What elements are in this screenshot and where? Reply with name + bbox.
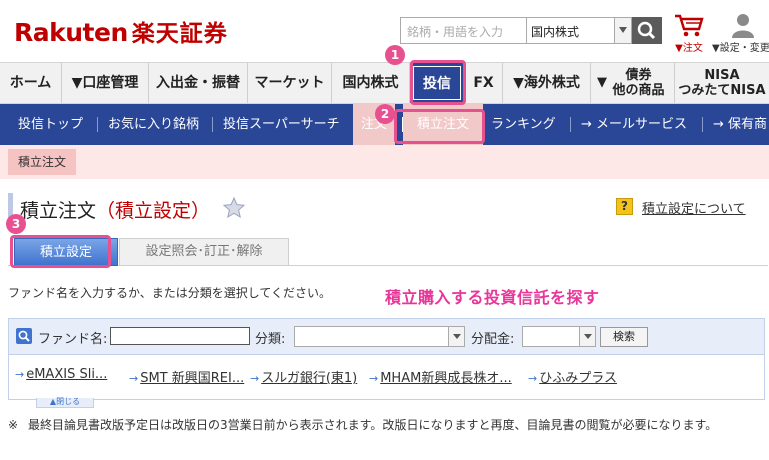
disclaimer-note: ※ 最終目論見書改版予定日は改版日の3営業日前から表示されます。改版日になります… [8, 416, 763, 435]
global-nav: ホーム ▼口座管理 入出金・振替 マーケット 国内株式 投信 FX ▼海外株式 … [0, 62, 769, 104]
note-text: 最終目論見書改版予定日は改版日の3営業日前から表示されます。改版日になりますと再… [28, 418, 718, 432]
distribution-label: 分配金: [471, 332, 515, 347]
snav-ranking[interactable]: ランキング [481, 104, 566, 145]
fund-search-bar: ファンド名: 分類: 分配金: 検索 [9, 319, 764, 355]
distribution-select[interactable] [522, 326, 596, 347]
note-mark: ※ [8, 418, 19, 432]
snav-favorites[interactable]: お気に入り銘柄 [98, 104, 209, 145]
gnav-label: ▼口座管理 [71, 75, 139, 91]
fund-search-panel: ファンド名: 分類: 分配金: 検索 → eMAXIS Sli... → SMT 新… [8, 318, 765, 400]
recent-fund-link[interactable]: → eMAXIS Sli... [15, 367, 107, 382]
help-link[interactable]: 積立設定について [642, 198, 746, 217]
cart-icon [675, 14, 704, 37]
page-title-sub: （積立設定） [96, 200, 211, 222]
rakuten-logo[interactable]: Rakuten 楽天証券 [14, 14, 228, 48]
gnav-market[interactable]: マーケット [248, 63, 332, 103]
chevron-down-icon [448, 327, 464, 346]
gnav-foreign-stocks[interactable]: ▼海外株式 [503, 63, 591, 103]
recent-fund-name: スルガ銀行(東1) [261, 371, 358, 386]
gnav-label: 国内株式 [342, 75, 399, 91]
snav-mail-service[interactable]: → メールサービス [571, 104, 697, 145]
gnav-account[interactable]: ▼口座管理 [62, 63, 149, 103]
breadcrumb: 積立注文 [8, 149, 77, 175]
page-title: 積立注文（積立設定） [20, 196, 210, 223]
search-icon [637, 21, 656, 40]
gnav-label-line2: つみたてNISA [678, 83, 766, 98]
gnav-deposit[interactable]: 入出金・振替 [149, 63, 248, 103]
search-button[interactable] [632, 17, 662, 44]
search-icon [16, 328, 32, 344]
user-icon [732, 14, 754, 38]
gnav-fx[interactable]: FX [465, 63, 503, 103]
order-menu-label: ▼注文 [675, 43, 703, 54]
arrow-right-icon: → [369, 372, 379, 385]
search-submit-button[interactable]: 検索 [600, 327, 648, 347]
breadcrumb-bar: 積立注文 [0, 145, 769, 179]
fund-name-input[interactable] [110, 327, 250, 345]
recent-fund-link[interactable]: → SMT 新興国REI... [129, 367, 244, 386]
gnav-label: ホーム [9, 75, 52, 91]
step-badge-1: 1 [385, 45, 405, 65]
chevron-down-icon [579, 327, 595, 346]
category-label: 分類: [255, 332, 286, 347]
recent-fund-name: MHAM新興成長株オ... [380, 371, 512, 386]
fund-name-label: ファンド名: [38, 332, 108, 347]
chevron-down-icon [614, 18, 631, 43]
settings-menu[interactable]: ▼設定・変更 [712, 12, 769, 56]
search-scope-select[interactable]: 国内株式 [526, 17, 632, 44]
settings-menu-label: ▼設定・変更 [712, 43, 769, 54]
recent-fund-link[interactable]: → MHAM新興成長株オ... [369, 367, 512, 386]
favorite-star-icon[interactable] [222, 196, 246, 220]
gnav-label: 入出金・振替 [156, 75, 240, 91]
arrow-right-icon: → [15, 368, 25, 381]
step-badge-3: 3 [6, 214, 26, 234]
gnav-label-line1: NISA [704, 68, 740, 83]
highlight-box-2 [394, 109, 485, 144]
recent-fund-link[interactable]: → スルガ銀行(東1) [250, 367, 357, 386]
instruction-text: ファンド名を入力するか、または分類を選択してください。 [8, 286, 332, 300]
order-menu[interactable]: ▼注文 [669, 12, 709, 56]
category-select[interactable] [294, 326, 465, 347]
arrow-right-icon: → [250, 372, 260, 385]
annotation-callout: 積立購入する投資信託を探す [385, 288, 600, 307]
logo-latin: Rakuten [14, 18, 128, 47]
snav-super-search[interactable]: 投信スーパーサーチ [213, 104, 350, 145]
recent-fund-link[interactable]: → ひふみプラス [528, 367, 617, 386]
snav-holdings[interactable]: → 保有商 [703, 104, 769, 145]
step-badge-2: 2 [375, 104, 395, 124]
search-input[interactable]: 銘柄・用語を入力 [400, 17, 526, 44]
gnav-label: ▼海外株式 [513, 75, 580, 91]
close-panel-button[interactable]: ▲閉じる [36, 398, 94, 408]
arrow-right-icon: → [528, 372, 538, 385]
recent-fund-name: eMAXIS Sli... [26, 367, 108, 382]
snav-trust-top[interactable]: 投信トップ [8, 104, 93, 145]
recent-fund-name: ひふみプラス [539, 371, 617, 386]
gnav-domestic-stocks[interactable]: 国内株式 [332, 63, 410, 103]
recent-fund-name: SMT 新興国REI... [140, 371, 245, 386]
gnav-label: マーケット [254, 75, 325, 91]
page-title-main: 積立注文 [20, 200, 97, 222]
tab-settings-inquiry[interactable]: 設定照会･訂正･解除 [119, 238, 289, 266]
logo-jp: 楽天証券 [131, 21, 228, 47]
highlight-box-1 [410, 60, 466, 105]
gnav-nisa[interactable]: NISA つみたてNISA [675, 63, 769, 103]
gnav-bonds[interactable]: ▼ 債券 他の商品 [591, 63, 675, 103]
gnav-label: FX [473, 75, 494, 91]
gnav-bonds-arrow: ▼ [597, 75, 607, 90]
search-scope-value: 国内株式 [531, 25, 580, 39]
arrow-right-icon: → [129, 372, 139, 385]
help-icon: ? [616, 198, 633, 215]
gnav-home[interactable]: ホーム [0, 63, 62, 103]
highlight-box-3 [10, 235, 111, 268]
